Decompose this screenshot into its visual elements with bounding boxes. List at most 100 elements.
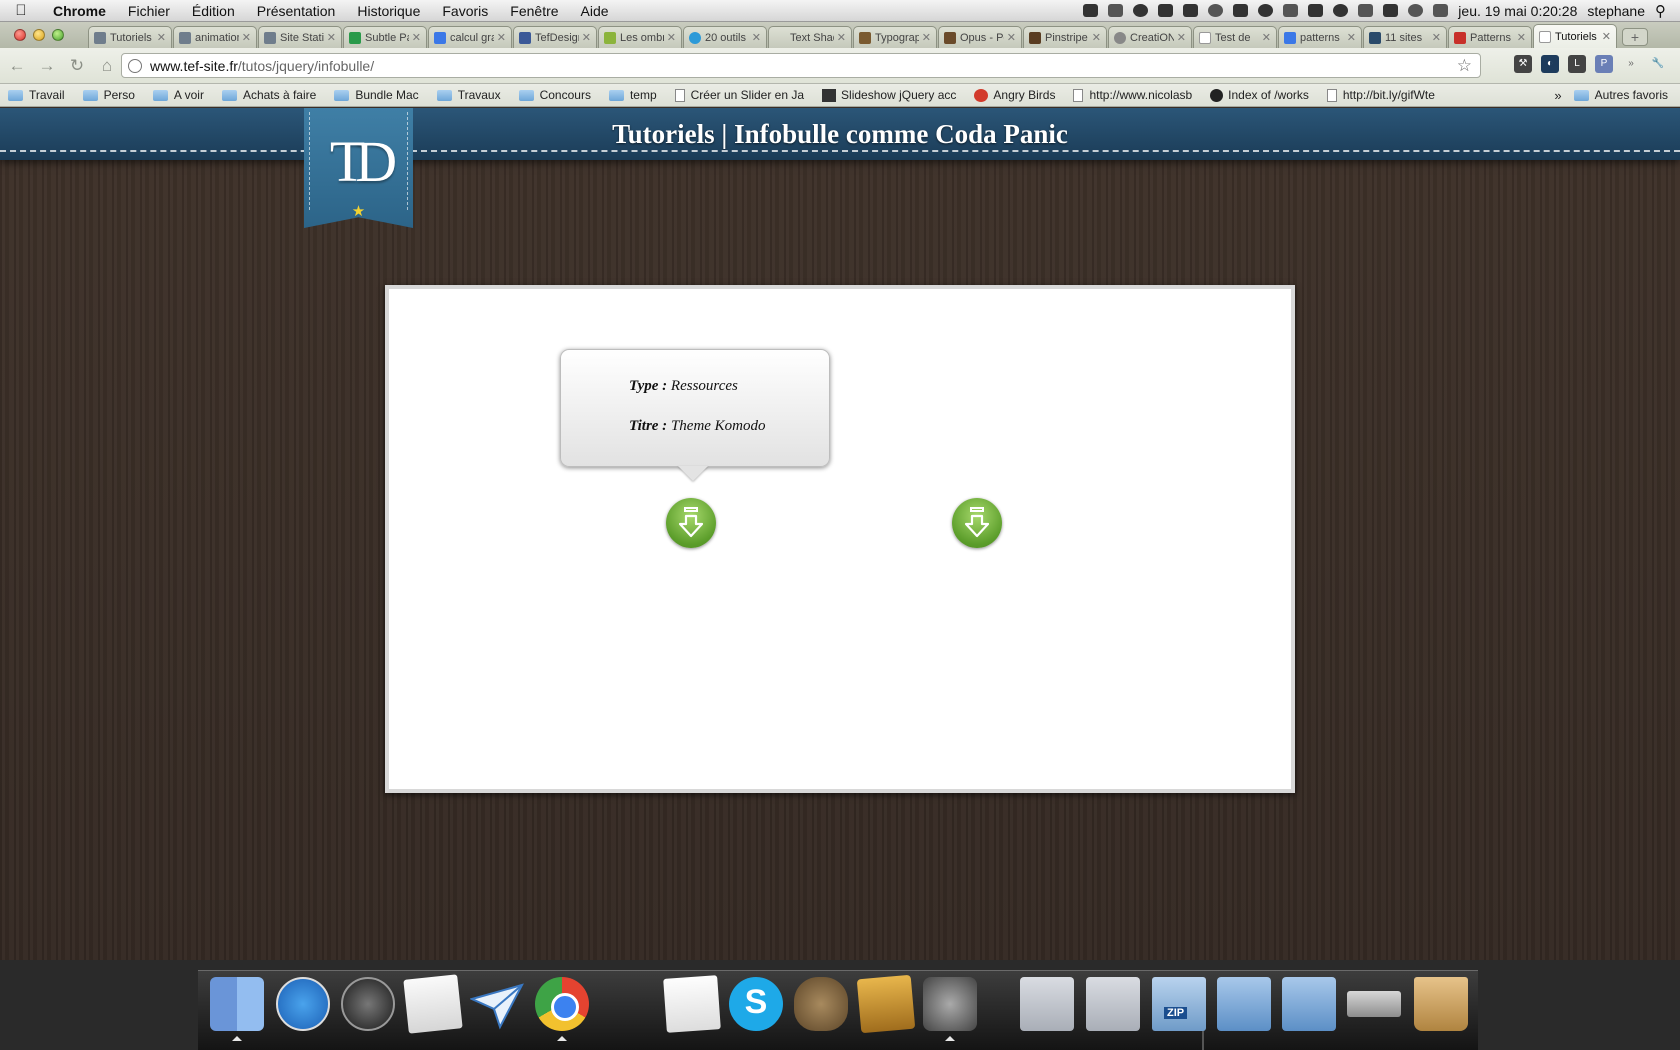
camera-icon[interactable]	[1083, 4, 1099, 17]
close-icon[interactable]: ✕	[582, 31, 591, 44]
chrome-icon[interactable]	[535, 977, 589, 1041]
forward-arrow-icon[interactable]: →	[34, 53, 60, 79]
bookmark-folder-bundle-mac[interactable]: Bundle Mac	[334, 88, 419, 102]
night-owl-icon[interactable]	[794, 977, 848, 1031]
close-window-button[interactable]	[14, 29, 26, 41]
menu-fenetre[interactable]: Fenêtre	[499, 3, 569, 19]
minimize-window-button[interactable]	[33, 29, 45, 41]
close-icon[interactable]: ✕	[1432, 31, 1441, 44]
close-icon[interactable]: ✕	[327, 31, 336, 44]
cloud-icon[interactable]	[1208, 4, 1224, 17]
bookmark-folder-temp[interactable]: temp	[608, 88, 657, 102]
menu-aide[interactable]: Aide	[570, 3, 620, 19]
record-icon[interactable]	[1258, 4, 1274, 17]
iphoto-icon[interactable]	[856, 974, 916, 1034]
extension-icon[interactable]: ◐	[1541, 55, 1559, 73]
wrench-dev-icon[interactable]: ⚒	[1514, 55, 1532, 73]
download-button-2[interactable]	[952, 498, 1002, 548]
overflow-chevron-icon[interactable]: »	[1622, 55, 1640, 73]
spotlight-icon[interactable]: ⚲	[1655, 2, 1666, 20]
applications-folder-icon[interactable]	[1020, 977, 1074, 1031]
close-icon[interactable]: ✕	[1177, 31, 1186, 44]
trash-icon[interactable]	[1414, 977, 1468, 1031]
close-icon[interactable]: ✕	[497, 31, 506, 44]
volume-icon[interactable]	[1383, 4, 1399, 17]
bluetooth-icon[interactable]	[1433, 4, 1449, 17]
close-icon[interactable]: ✕	[1092, 31, 1101, 44]
bookmark-bitly[interactable]: http://bit.ly/gifWte	[1326, 88, 1435, 102]
documents-folder-icon[interactable]	[1086, 977, 1140, 1031]
mail-icon[interactable]	[403, 974, 463, 1034]
tab-7[interactable]: Les ombres✕	[598, 26, 682, 48]
airmail-icon[interactable]	[469, 977, 524, 1031]
close-icon[interactable]: ✕	[1262, 31, 1271, 44]
circle-icon[interactable]	[1333, 4, 1349, 17]
skype-icon[interactable]: S	[729, 977, 783, 1031]
menu-favoris[interactable]: Favoris	[431, 3, 499, 19]
tab-5[interactable]: calcul gratuit✕	[428, 26, 512, 48]
close-icon[interactable]: ✕	[242, 31, 251, 44]
apple-menu-icon[interactable]: 	[0, 2, 42, 19]
blue-folder-icon[interactable]	[1282, 977, 1336, 1031]
new-tab-button[interactable]: +	[1622, 28, 1648, 46]
bookmark-other-favorites[interactable]: Autres favoris	[1573, 88, 1668, 102]
close-icon[interactable]: ✕	[837, 31, 846, 44]
dashboard-icon[interactable]	[341, 977, 395, 1031]
close-icon[interactable]: ✕	[1347, 31, 1356, 44]
finder-icon[interactable]	[210, 977, 264, 1041]
tab-8[interactable]: 20 outils ✕	[683, 26, 767, 48]
bookmark-slider[interactable]: Créer un Slider en Ja	[674, 88, 804, 102]
network-drive-icon[interactable]	[1347, 991, 1401, 1017]
reload-icon[interactable]: ↻	[64, 53, 90, 79]
settings-wrench-icon[interactable]: 🔧	[1649, 55, 1667, 73]
imovie-icon[interactable]	[923, 977, 977, 1041]
close-icon[interactable]: ✕	[1517, 31, 1526, 44]
tab-11[interactable]: Opus - Portfolio✕	[938, 26, 1022, 48]
menu-edition[interactable]: Édition	[181, 3, 246, 19]
close-icon[interactable]: ✕	[157, 31, 166, 44]
bookmark-nicolas[interactable]: http://www.nicolasb	[1073, 88, 1192, 102]
back-arrow-icon[interactable]: ←	[4, 53, 30, 79]
zoom-window-button[interactable]	[52, 29, 64, 41]
bookmark-folder-travail[interactable]: Travail	[8, 88, 65, 102]
menu-app-chrome[interactable]: Chrome	[42, 3, 117, 19]
tab-6[interactable]: TefDesign✕	[513, 26, 597, 48]
extension-l-icon[interactable]: L	[1568, 55, 1586, 73]
bookmark-star-icon[interactable]: ☆	[1457, 56, 1472, 76]
bookmark-slideshow[interactable]: Slideshow jQuery acc	[822, 88, 956, 102]
tab-12[interactable]: Pinstripe ✕	[1023, 26, 1107, 48]
tab-17[interactable]: Patterns ✕	[1448, 26, 1532, 48]
textedit-icon[interactable]	[663, 975, 721, 1033]
close-icon[interactable]: ✕	[752, 31, 761, 44]
close-icon[interactable]: ✕	[1602, 30, 1611, 43]
battery-icon[interactable]	[1358, 4, 1374, 17]
tab-16[interactable]: 11 sites ✕	[1363, 26, 1447, 48]
zip-archive-icon[interactable]: ZIP	[1152, 977, 1206, 1031]
tab-3[interactable]: Site Statique✕	[258, 26, 342, 48]
close-icon[interactable]: ✕	[1007, 31, 1016, 44]
evernote-icon[interactable]	[1308, 4, 1324, 17]
menu-user[interactable]: stephane	[1587, 3, 1645, 19]
menu-historique[interactable]: Historique	[346, 3, 431, 19]
clipboard-icon[interactable]	[1183, 4, 1199, 17]
tab-13[interactable]: CreatiON ✕	[1108, 26, 1192, 48]
menu-meter-icon[interactable]	[1233, 4, 1249, 17]
bookmark-folder-a-voir[interactable]: A voir	[152, 88, 204, 102]
bookmark-folder-achats[interactable]: Achats à faire	[221, 88, 316, 102]
close-icon[interactable]: ✕	[412, 31, 421, 44]
download-button-1[interactable]	[666, 498, 716, 548]
page-viewport[interactable]: Tutoriels | Infobulle comme Coda Panic T…	[0, 108, 1680, 960]
check-icon[interactable]	[1133, 4, 1149, 17]
dropbox-icon[interactable]	[1108, 4, 1124, 17]
bookmark-folder-concours[interactable]: Concours	[518, 88, 591, 102]
close-icon[interactable]: ✕	[667, 31, 676, 44]
bookmark-folder-travaux[interactable]: Travaux	[436, 88, 501, 102]
tab-15[interactable]: patterns ✕	[1278, 26, 1362, 48]
tab-14[interactable]: Test de ✕	[1193, 26, 1277, 48]
tab-4[interactable]: Subtle Patterns✕	[343, 26, 427, 48]
sync-icon[interactable]	[1408, 4, 1424, 17]
app-store-icon[interactable]	[276, 977, 330, 1031]
bookmark-angry-birds[interactable]: Angry Birds	[974, 88, 1055, 102]
bookmark-folder-perso[interactable]: Perso	[82, 88, 135, 102]
tab-10[interactable]: Typographie✕	[853, 26, 937, 48]
